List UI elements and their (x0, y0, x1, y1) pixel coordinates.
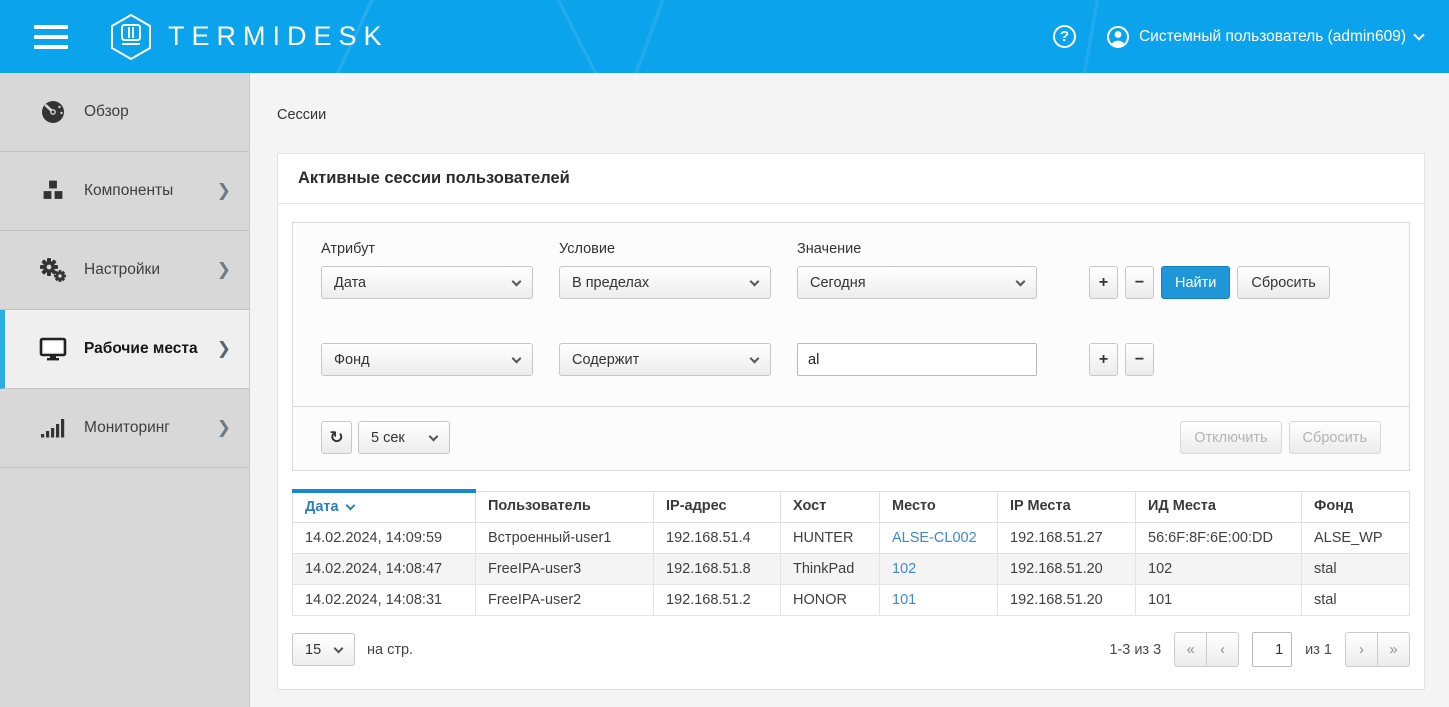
place-link[interactable]: 101 (880, 585, 998, 616)
signal-icon (38, 415, 68, 441)
sort-desc-icon (345, 501, 355, 511)
chevron-right-icon: ❯ (217, 418, 231, 438)
chevron-down-icon (429, 432, 439, 442)
attribute-select[interactable]: Дата (321, 266, 533, 299)
place-link[interactable]: ALSE-CL002 (880, 523, 998, 554)
column-header-place-id[interactable]: ИД Места (1136, 491, 1302, 523)
filter-box: Атрибут Условие Значение Дата В пределах… (292, 222, 1410, 471)
column-header-place-ip[interactable]: IP Места (998, 491, 1136, 523)
panel-header: Активные сессии пользователей (278, 154, 1424, 204)
user-name: Системный пользователь (admin609) (1139, 28, 1406, 46)
user-menu[interactable]: Системный пользователь (admin609) (1106, 25, 1423, 49)
column-header-date[interactable]: Дата (293, 491, 476, 523)
help-icon[interactable]: ? (1053, 25, 1076, 48)
chevron-down-icon (750, 354, 760, 364)
chevron-right-icon: ❯ (217, 260, 231, 280)
page-title: Активные сессии пользователей (298, 169, 570, 187)
remove-filter-button[interactable]: − (1125, 343, 1154, 376)
termidesk-logo-icon (108, 12, 154, 62)
sidebar-item-label: Компоненты (84, 182, 217, 200)
value-select[interactable]: Сегодня (797, 266, 1037, 299)
last-page-button[interactable]: » (1377, 632, 1410, 667)
refresh-interval-select[interactable]: 5 сек (358, 421, 450, 454)
first-page-button[interactable]: « (1174, 632, 1207, 667)
column-header-place[interactable]: Место (880, 491, 998, 523)
page-size-select[interactable]: 15 (292, 633, 355, 666)
sessions-table: Дата Пользователь IP-адрес Хост Место IP… (292, 489, 1410, 616)
value-label: Значение (797, 241, 1037, 257)
brand-name: TERMIDESK (168, 21, 389, 52)
user-avatar-icon (1106, 25, 1130, 49)
top-header: TERMIDESK ? Системный пользователь (admi… (0, 0, 1449, 73)
attribute-select[interactable]: Фонд (321, 343, 533, 376)
next-page-button[interactable]: › (1345, 632, 1378, 667)
chevron-down-icon (750, 277, 760, 287)
table-row: 14.02.2024, 14:09:59 Встроенный-user1 19… (293, 523, 1410, 554)
sidebar-item-label: Обзор (84, 103, 231, 121)
per-page-label: на стр. (367, 642, 413, 658)
column-header-host[interactable]: Хост (781, 491, 880, 523)
table-footer: 15 на стр. 1-3 из 3 « ‹ из 1 › » (292, 632, 1410, 667)
attribute-label: Атрибут (321, 241, 533, 257)
chevron-down-icon (334, 644, 344, 654)
filter-row-2: Фонд Содержит + − (321, 343, 1381, 376)
sidebar-item-label: Настройки (84, 261, 217, 279)
range-label: 1-3 из 3 (1109, 642, 1161, 658)
sidebar-item-workplaces[interactable]: Рабочие места ❯ (0, 310, 249, 389)
total-pages-label: из 1 (1305, 642, 1332, 658)
add-filter-button[interactable]: + (1089, 266, 1118, 299)
column-header-pool[interactable]: Фонд (1302, 491, 1410, 523)
table-row: 14.02.2024, 14:08:31 FreeIPA-user2 192.1… (293, 585, 1410, 616)
brand-logo[interactable]: TERMIDESK (108, 12, 389, 62)
page-number-input[interactable] (1252, 632, 1292, 667)
cubes-icon (38, 178, 68, 204)
sidebar-item-overview[interactable]: Обзор (0, 73, 249, 152)
sidebar-nav: Обзор Компоненты ❯ (0, 73, 250, 707)
refresh-button[interactable]: ↻ (321, 421, 352, 454)
chevron-right-icon: ❯ (217, 339, 231, 359)
chevron-down-icon (512, 354, 522, 364)
gears-icon (38, 257, 68, 283)
disconnect-button[interactable]: Отключить (1180, 421, 1281, 454)
prev-page-button[interactable]: ‹ (1206, 632, 1239, 667)
value-input[interactable] (797, 343, 1037, 376)
condition-select[interactable]: Содержит (559, 343, 771, 376)
sidebar-item-monitoring[interactable]: Мониторинг ❯ (0, 389, 249, 468)
hamburger-menu-icon[interactable] (34, 25, 68, 49)
place-link[interactable]: 102 (880, 554, 998, 585)
remove-filter-button[interactable]: − (1125, 266, 1154, 299)
search-button[interactable]: Найти (1161, 266, 1230, 299)
condition-select[interactable]: В пределах (559, 266, 771, 299)
column-header-ip[interactable]: IP-адрес (654, 491, 781, 523)
pagination: 1-3 из 3 « ‹ из 1 › » (1109, 632, 1410, 667)
sidebar-item-components[interactable]: Компоненты ❯ (0, 152, 249, 231)
reset-filters-button[interactable]: Сбросить (1237, 266, 1329, 299)
sidebar-item-label: Мониторинг (84, 419, 217, 437)
reset-sessions-button[interactable]: Сбросить (1289, 421, 1381, 454)
main-content: Сессии Активные сессии пользователей Атр… (250, 73, 1449, 707)
table-toolbar: ↻ 5 сек Отключить Сбросить (293, 407, 1409, 470)
chevron-down-icon (1016, 277, 1026, 287)
table-row: 14.02.2024, 14:08:47 FreeIPA-user3 192.1… (293, 554, 1410, 585)
sessions-panel: Активные сессии пользователей Атрибут Ус… (277, 153, 1425, 690)
condition-label: Условие (559, 241, 771, 257)
breadcrumb: Сессии (277, 107, 1425, 123)
filter-row-1: Дата В пределах Сегодня + − Найти Сбро (321, 266, 1381, 299)
sidebar-item-settings[interactable]: Настройки ❯ (0, 231, 249, 310)
chevron-down-icon (1413, 29, 1424, 40)
sidebar-item-label: Рабочие места (84, 340, 217, 358)
gauge-icon (38, 99, 68, 125)
chevron-right-icon: ❯ (217, 181, 231, 201)
add-filter-button[interactable]: + (1089, 343, 1118, 376)
table-header-row: Дата Пользователь IP-адрес Хост Место IP… (293, 491, 1410, 523)
column-header-user[interactable]: Пользователь (476, 491, 654, 523)
monitor-icon (38, 336, 68, 362)
chevron-down-icon (512, 277, 522, 287)
